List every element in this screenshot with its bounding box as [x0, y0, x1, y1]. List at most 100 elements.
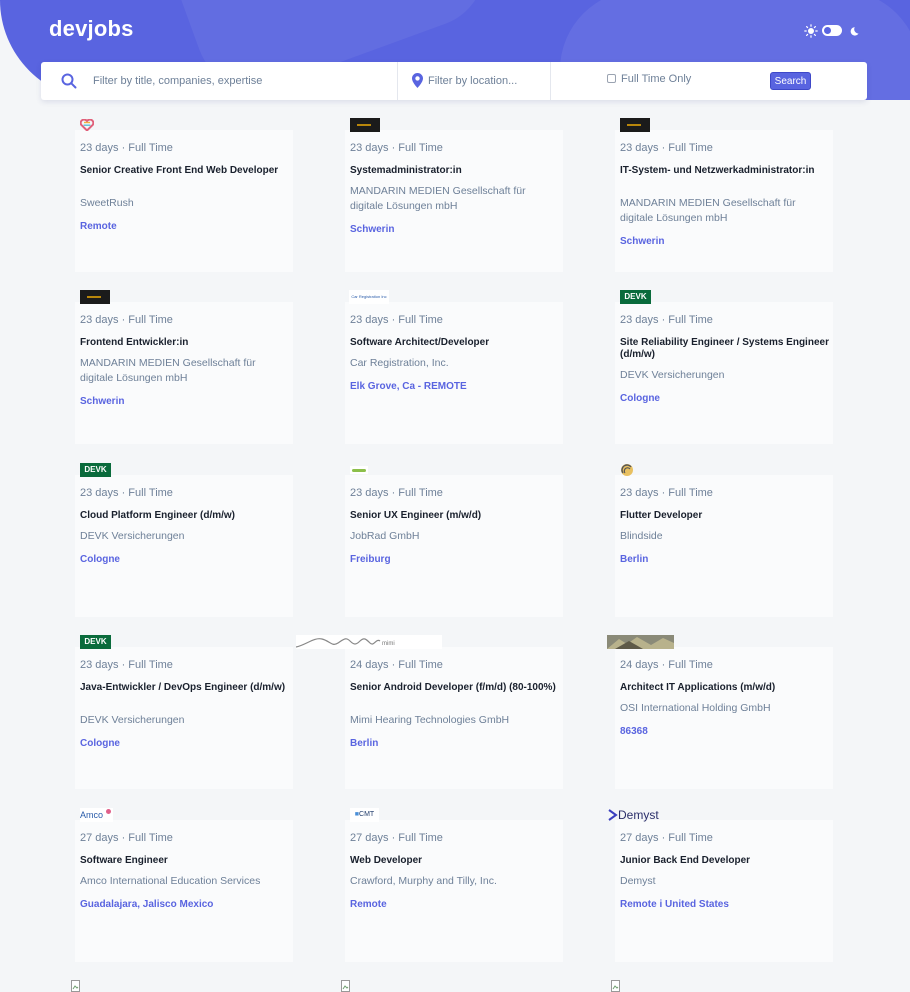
- job-location: Schwerin: [350, 224, 395, 235]
- company-logo: ■CMT: [350, 808, 379, 822]
- job-card[interactable]: 24 days · Full Time Architect IT Applicat…: [607, 635, 833, 789]
- title-filter-input[interactable]: [93, 70, 433, 92]
- job-card[interactable]: 23 days · Full Time Systemadministrator:i…: [345, 118, 563, 272]
- job-location: Remote: [80, 221, 117, 232]
- job-card[interactable]: 23 days · Full Time Flutter Developer Blin…: [615, 464, 833, 617]
- job-meta: 27 days · Full Time: [350, 832, 443, 844]
- search-icon: [61, 73, 77, 94]
- job-card[interactable]: ■CMT 27 days · Full Time Web Developer Craw…: [345, 808, 563, 962]
- job-location: Schwerin: [620, 236, 665, 247]
- job-company: Demyst: [620, 875, 656, 887]
- job-title[interactable]: Architect IT Applications (m/w/d): [620, 682, 830, 694]
- job-company: Car Registration, Inc.: [350, 357, 449, 369]
- company-logo: [80, 118, 94, 132]
- job-title[interactable]: Site Reliability Engineer / Systems Engi…: [620, 337, 830, 361]
- job-company: Amco International Education Services: [80, 875, 261, 887]
- full-time-checkbox[interactable]: [607, 74, 616, 83]
- job-company: SweetRush: [80, 197, 134, 209]
- job-title[interactable]: Flutter Developer: [620, 510, 830, 522]
- job-location: Schwerin: [80, 396, 125, 407]
- job-meta: 23 days · Full Time: [350, 314, 443, 326]
- job-title[interactable]: Java-Entwickler / DevOps Engineer (d/m/w…: [80, 682, 290, 694]
- job-company: OSI International Holding GmbH: [620, 702, 771, 714]
- job-meta: 23 days · Full Time: [620, 142, 713, 154]
- job-location: Cologne: [80, 554, 120, 565]
- company-logo: [620, 463, 634, 477]
- job-card[interactable]: 23 days · Full Time Senior UX Engineer (m…: [345, 466, 563, 617]
- job-title[interactable]: Software Architect/Developer: [350, 337, 560, 349]
- job-location: Berlin: [620, 554, 649, 565]
- job-card[interactable]: DEVK 23 days · Full Time Cloud Platform En…: [75, 463, 293, 617]
- job-title[interactable]: Frontend Entwickler:in: [80, 337, 290, 349]
- job-card[interactable]: mimi 24 days · Full Time Senior Android De…: [296, 635, 563, 789]
- job-title[interactable]: Junior Back End Developer: [620, 855, 830, 867]
- company-logo: [80, 290, 110, 304]
- svg-text:mimi: mimi: [382, 641, 395, 647]
- job-location: Berlin: [350, 738, 379, 749]
- job-meta: 27 days · Full Time: [620, 832, 713, 844]
- switch-knob: [824, 27, 831, 34]
- job-meta: 23 days · Full Time: [350, 487, 443, 499]
- company-logo: [350, 118, 380, 132]
- job-card[interactable]: Amco 27 days · Full Time Software Engineer…: [75, 808, 293, 962]
- job-meta: 23 days · Full Time: [80, 659, 173, 671]
- company-logo: mimi: [296, 635, 442, 649]
- job-meta: 23 days · Full Time: [80, 487, 173, 499]
- job-company: MANDARIN MEDIEN Gesellschaft für digital…: [350, 185, 526, 212]
- job-card[interactable]: DEVK 23 days · Full Time Site Reliability …: [615, 290, 833, 444]
- company-logo: DEVK: [80, 463, 111, 477]
- job-location: Remote i United States: [620, 899, 729, 910]
- job-location: Remote: [350, 899, 387, 910]
- company-logo: [620, 118, 650, 132]
- job-location: Cologne: [80, 738, 120, 749]
- company-logo: [607, 635, 674, 649]
- job-card[interactable]: Demyst 27 days · Full Time Junior Back End…: [608, 808, 833, 962]
- company-logo: Demyst: [608, 808, 659, 822]
- job-location: Freiburg: [350, 554, 391, 565]
- job-company: Blindside: [620, 530, 663, 542]
- theme-toggle[interactable]: [804, 24, 860, 38]
- location-pin-icon: [412, 73, 423, 93]
- job-card[interactable]: Car Registration Inc 23 days · Full Time S…: [345, 290, 563, 444]
- divider: [397, 62, 398, 100]
- job-card[interactable]: 23 days · Full Time Senior Creative Front…: [75, 119, 293, 272]
- job-title[interactable]: IT-System- und Netzwerkadministrator:in: [620, 165, 830, 177]
- full-time-label[interactable]: Full Time Only: [621, 73, 691, 85]
- job-location: 86368: [620, 726, 648, 737]
- job-title[interactable]: Cloud Platform Engineer (d/m/w): [80, 510, 290, 522]
- job-company: MANDARIN MEDIEN Gesellschaft für digital…: [80, 357, 256, 384]
- company-logo: Amco: [80, 808, 113, 822]
- job-title[interactable]: Senior UX Engineer (m/w/d): [350, 510, 560, 522]
- search-bar: Full Time Only Search: [41, 62, 867, 100]
- job-meta: 23 days · Full Time: [80, 142, 173, 154]
- job-meta: 23 days · Full Time: [620, 487, 713, 499]
- job-meta: 24 days · Full Time: [620, 659, 713, 671]
- search-button[interactable]: Search: [770, 72, 811, 90]
- job-company: Mimi Hearing Technologies GmbH: [350, 714, 510, 726]
- job-meta: 23 days · Full Time: [620, 314, 713, 326]
- job-meta: 23 days · Full Time: [80, 314, 173, 326]
- job-card[interactable]: 23 days · Full Time IT-System- und Netzwe…: [615, 118, 833, 272]
- company-logo: [350, 463, 368, 477]
- job-company: MANDARIN MEDIEN Gesellschaft für digital…: [620, 197, 796, 224]
- job-location: Guadalajara, Jalisco Mexico: [80, 899, 214, 910]
- job-card[interactable]: 23 days · Full Time Frontend Entwickler:i…: [75, 290, 293, 444]
- job-company: Crawford, Murphy and Tilly, Inc.: [350, 875, 497, 887]
- job-title[interactable]: Web Developer: [350, 855, 560, 867]
- job-title[interactable]: Software Engineer: [80, 855, 290, 867]
- job-title[interactable]: Systemadministrator:in: [350, 165, 560, 177]
- devjobs-logo[interactable]: devjobs: [49, 16, 134, 42]
- company-logo: Car Registration Inc: [349, 290, 389, 304]
- job-company: JobRad GmbH: [350, 530, 420, 542]
- job-company: DEVK Versicherungen: [80, 530, 185, 542]
- broken-image-icon: [71, 980, 80, 992]
- location-filter-input[interactable]: [428, 70, 548, 92]
- job-title[interactable]: Senior Android Developer (f/m/d) (80-100…: [350, 682, 560, 694]
- job-location: Cologne: [620, 393, 660, 404]
- theme-switch[interactable]: [822, 25, 842, 36]
- job-card[interactable]: DEVK 23 days · Full Time Java-Entwickler /…: [75, 635, 293, 789]
- broken-image-icon: [611, 980, 620, 992]
- job-company: DEVK Versicherungen: [80, 714, 185, 726]
- job-title[interactable]: Senior Creative Front End Web Developer: [80, 165, 290, 177]
- job-meta: 27 days · Full Time: [80, 832, 173, 844]
